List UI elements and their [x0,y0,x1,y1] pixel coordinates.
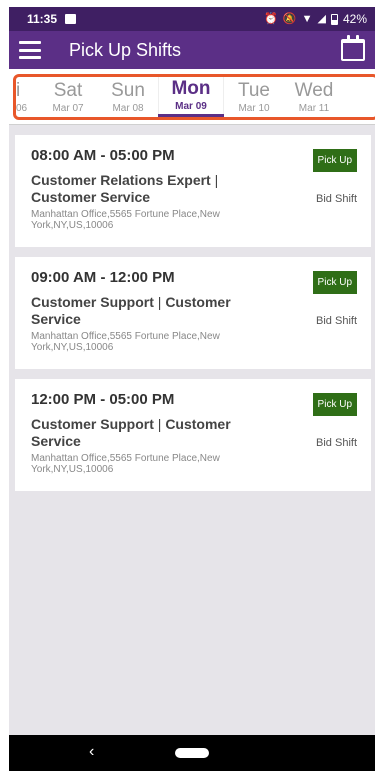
pick-up-button[interactable]: Pick Up [312,149,357,172]
day-name: Wed [294,79,334,101]
day-date: Mar 08 [112,102,144,114]
status-icons: ⏰ 🔕 ▼ ◢ 42% [264,12,367,26]
pick-up-button[interactable]: Pick Up [312,393,357,416]
day-date: Mar 11 [298,102,330,114]
app-bar: Pick Up Shifts [9,31,375,69]
back-icon[interactable]: ‹ [89,743,94,761]
pick-up-button[interactable]: Pick Up [312,271,357,294]
day-date: Mar 07 [52,102,84,114]
day-mon-selected[interactable]: Mon Mar 09 [158,77,224,117]
day-tue[interactable]: Tue Mar 10 [224,77,284,117]
shift-role: Customer Relations Expert | Customer Ser… [31,172,219,205]
shift-department: Customer Service [31,189,151,205]
wifi-icon: ▼ [301,12,313,25]
alarm-icon: ⏰ [264,12,278,25]
day-date: Mar 10 [238,102,270,114]
shift-time: 09:00 AM - 12:00 PM [31,269,175,286]
phone-screen: 11:35 ⏰ 🔕 ▼ ◢ 42% Pick Up Shifts i 06 Sa… [9,7,375,771]
system-nav-bar: ‹ [9,735,375,771]
silent-icon: 🔕 [282,12,297,25]
shift-list: 08:00 AM - 05:00 PM Customer Relations E… [9,125,375,491]
hamburger-menu-icon[interactable] [19,41,41,59]
shift-time: 08:00 AM - 05:00 PM [31,147,175,164]
day-date: Mar 09 [175,101,207,112]
day-date: 06 [16,102,28,114]
date-strip-container: i 06 Sat Mar 07 Sun Mar 08 Mon Mar 09 Tu… [9,69,375,125]
status-bar: 11:35 ⏰ 🔕 ▼ ◢ 42% [9,7,375,31]
day-name: Sun [111,79,145,101]
day-name: i [16,79,21,101]
bid-shift-link[interactable]: Bid Shift [316,193,357,205]
day-wed[interactable]: Wed Mar 11 [284,77,344,117]
date-strip: i 06 Sat Mar 07 Sun Mar 08 Mon Mar 09 Tu… [13,74,375,120]
shift-address: Manhattan Office,5565 Fortune Place,New … [31,209,220,231]
status-time: 11:35 [27,12,58,26]
shift-role: Customer Support | Customer Service [31,294,231,327]
shift-card[interactable]: 09:00 AM - 12:00 PM Customer Support | C… [15,257,371,369]
image-notification-icon [65,14,77,24]
shift-role-title: Customer Relations Expert [31,172,211,188]
home-pill[interactable] [175,748,209,758]
calendar-icon[interactable] [341,35,365,61]
battery-icon [330,13,338,25]
bid-shift-link[interactable]: Bid Shift [316,315,357,327]
shift-address: Manhattan Office,5565 Fortune Place,New … [31,453,220,475]
page-title: Pick Up Shifts [69,39,182,60]
day-name: Sat [53,79,83,101]
shift-card[interactable]: 12:00 PM - 05:00 PM Customer Support | C… [15,379,371,491]
day-sat[interactable]: Sat Mar 07 [38,77,98,117]
shift-role: Customer Support | Customer Service [31,416,231,449]
battery-percent: 42% [342,12,367,26]
shift-time: 12:00 PM - 05:00 PM [31,391,175,408]
day-sun[interactable]: Sun Mar 08 [98,77,158,117]
shift-card[interactable]: 08:00 AM - 05:00 PM Customer Relations E… [15,135,371,247]
bid-shift-link[interactable]: Bid Shift [316,437,357,449]
shift-role-title: Customer Support [31,294,154,310]
day-fri[interactable]: i 06 [16,77,38,117]
day-name: Mon [171,78,211,99]
signal-icon: ◢ [317,12,326,25]
shift-address: Manhattan Office,5565 Fortune Place,New … [31,331,220,353]
day-name: Tue [237,79,271,101]
shift-role-title: Customer Support [31,416,154,432]
